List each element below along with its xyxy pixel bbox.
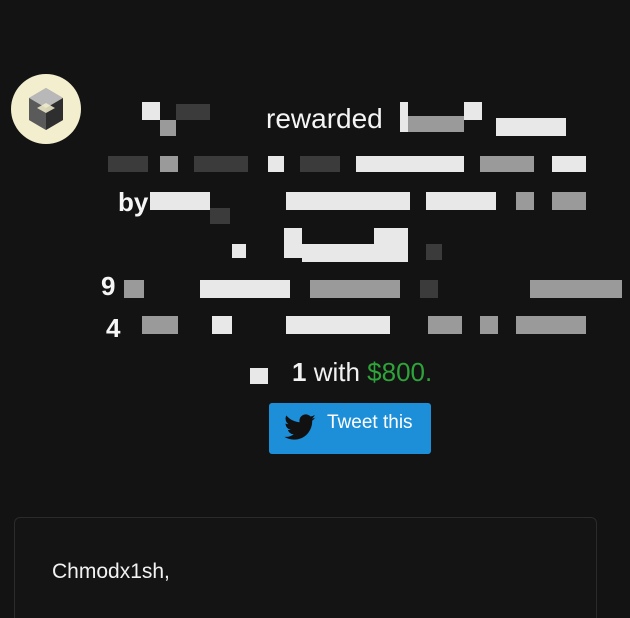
by-text: by: [118, 187, 149, 217]
cube-logo-icon: [29, 88, 63, 130]
award-with-text: with: [306, 357, 368, 387]
rewarded-text: rewarded: [266, 103, 383, 134]
bounty-amount: $800.: [367, 357, 433, 387]
tweet-this-button[interactable]: Tweet this: [269, 403, 431, 454]
award-number: 1: [292, 357, 307, 387]
award-summary: 1 with $800.: [292, 357, 432, 388]
comment-card: Chmodx1sh,: [14, 517, 597, 618]
tweet-this-label: Tweet this: [327, 412, 413, 433]
team-avatar[interactable]: [11, 74, 81, 144]
report-page: rewarded by 9 4 1 with $800. Tweet this …: [0, 0, 630, 618]
text-fragment-9: 9: [101, 271, 116, 301]
comment-greeting: Chmodx1sh,: [52, 560, 170, 583]
twitter-bird-icon: [284, 414, 316, 440]
text-fragment-4: 4: [106, 313, 121, 343]
